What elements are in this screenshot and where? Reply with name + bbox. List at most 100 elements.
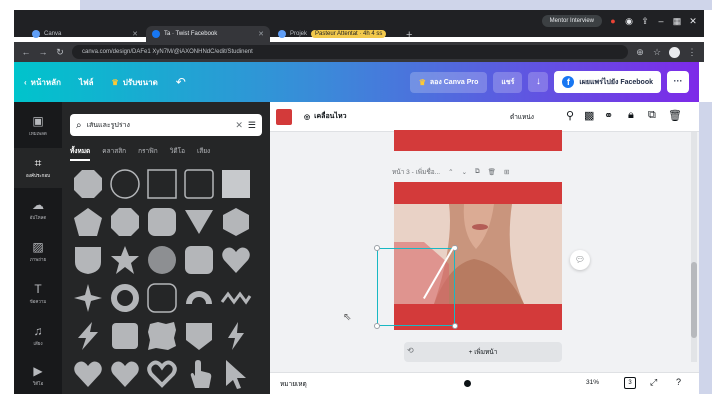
selection-frame[interactable] bbox=[377, 248, 455, 326]
delete-page-icon[interactable]: 🗑︎ bbox=[488, 168, 496, 176]
hangup-icon[interactable]: ✕ bbox=[688, 16, 698, 26]
rail-item-uploads[interactable]: ☁ อัปโหลด bbox=[14, 190, 62, 230]
rounded-square-outline-shape[interactable] bbox=[183, 168, 215, 200]
heart-shape[interactable] bbox=[220, 244, 252, 276]
heart-shape[interactable] bbox=[72, 358, 104, 390]
animate-button[interactable]: ◎ เคลื่อนไหว bbox=[304, 111, 347, 122]
browser-tab[interactable]: Projek Pasteur Attentat · 4h 4 ss bbox=[272, 26, 400, 42]
close-tab-icon[interactable]: ✕ bbox=[258, 30, 264, 38]
circle-outline-shape[interactable] bbox=[109, 168, 141, 200]
ring-shape[interactable] bbox=[109, 282, 141, 314]
rail-item-elements[interactable]: ⌗ องค์ประกอบ bbox=[14, 148, 62, 188]
forward-icon[interactable]: → bbox=[38, 47, 48, 57]
rail-item-text[interactable]: T ข้อความ bbox=[14, 274, 62, 314]
rail-item-templates[interactable]: ▣ เทมเพลต bbox=[14, 106, 62, 146]
rounded-square-shape[interactable] bbox=[183, 244, 215, 276]
badge-shape[interactable] bbox=[146, 320, 178, 352]
browser-tab[interactable]: Canva ✕ bbox=[26, 26, 144, 42]
panel-tab-audio[interactable]: เสียง bbox=[197, 146, 210, 161]
zigzag-line-shape[interactable] bbox=[220, 282, 252, 314]
resize-menu[interactable]: ♛ ปรับขนาด bbox=[112, 76, 158, 89]
zoom-slider-thumb[interactable] bbox=[464, 380, 471, 387]
minimize-icon[interactable]: – bbox=[656, 16, 666, 26]
octagon-shape[interactable] bbox=[72, 168, 104, 200]
browser-tab-active[interactable]: Ta · Twist Facebook ✕ bbox=[146, 26, 270, 42]
publish-facebook-button[interactable]: f เผยแพร่ไปยัง Facebook bbox=[554, 71, 661, 93]
mic-icon[interactable]: ◉ bbox=[624, 16, 634, 26]
close-tab-icon[interactable]: ✕ bbox=[132, 30, 138, 38]
file-menu[interactable]: ไฟล์ bbox=[79, 76, 94, 89]
hexagon-shape[interactable] bbox=[220, 206, 252, 238]
scalloped-square-shape[interactable] bbox=[109, 320, 141, 352]
undo-icon[interactable]: ↶ bbox=[176, 75, 186, 89]
lightning-bolt-shape[interactable] bbox=[72, 320, 104, 352]
panel-tab-graphics[interactable]: กราฟิก bbox=[138, 146, 158, 161]
lightning-shape[interactable] bbox=[220, 320, 252, 352]
color-swatch[interactable] bbox=[276, 109, 292, 125]
share-button[interactable]: แชร์ bbox=[493, 71, 523, 93]
zoom-value[interactable]: 31% bbox=[586, 379, 599, 386]
page-title[interactable]: หน้า 3 - เพิ่มชื่อ... bbox=[392, 167, 440, 177]
link-icon[interactable]: ⚭ bbox=[604, 109, 613, 122]
triangle-down-shape[interactable] bbox=[183, 206, 215, 238]
arrow-cursor-shape[interactable] bbox=[220, 358, 252, 390]
comment-icon[interactable]: 💬︎ bbox=[570, 250, 590, 270]
chevron-down-icon[interactable]: ⌄ bbox=[462, 168, 467, 176]
trash-icon[interactable]: 🗑︎ bbox=[668, 109, 682, 122]
download-icon[interactable]: ↓ bbox=[528, 72, 549, 92]
rotate-icon[interactable]: ⟲ bbox=[407, 346, 414, 355]
add-page-button[interactable]: + เพิ่มหน้า bbox=[404, 342, 562, 362]
fullscreen-icon[interactable]: ⤢ bbox=[650, 377, 657, 388]
rounded-square-shape[interactable] bbox=[146, 206, 178, 238]
rail-item-photos[interactable]: ▨ ภาพถ่าย bbox=[14, 232, 62, 272]
square-outline-shape[interactable] bbox=[146, 168, 178, 200]
lock-icon[interactable]: 🔒︎ bbox=[628, 109, 634, 122]
chevron-up-icon[interactable]: ⌃ bbox=[448, 168, 453, 176]
more-button[interactable]: ··· bbox=[667, 71, 689, 93]
four-point-star-shape[interactable] bbox=[72, 282, 104, 314]
back-icon[interactable]: ← bbox=[21, 47, 31, 57]
url-field[interactable]: canva.com/design/DAFe1 XyN7M/@iAXONHNdC/… bbox=[72, 45, 628, 59]
heart-outline-shape[interactable] bbox=[146, 358, 178, 390]
paint-format-icon[interactable]: ⚲ bbox=[566, 109, 574, 122]
resize-handle[interactable] bbox=[374, 245, 380, 251]
rail-item-video[interactable]: ▶ วิดีโอ bbox=[14, 356, 62, 394]
new-tab-button[interactable]: + bbox=[406, 29, 412, 41]
arch-shape[interactable] bbox=[183, 282, 215, 314]
transparency-icon[interactable]: ▩ bbox=[584, 109, 594, 122]
hand-cursor-shape[interactable] bbox=[183, 358, 215, 390]
octagon-shape[interactable] bbox=[109, 206, 141, 238]
heart-shape[interactable] bbox=[109, 358, 141, 390]
duplicate-icon[interactable]: ⧉ bbox=[648, 109, 656, 122]
pentagon-down-shape[interactable] bbox=[183, 320, 215, 352]
search-input[interactable] bbox=[86, 121, 231, 129]
try-pro-button[interactable]: ♛ ลอง Canva Pro bbox=[409, 71, 488, 93]
help-icon[interactable]: ? bbox=[676, 377, 681, 387]
panel-tab-video[interactable]: วิดีโอ bbox=[170, 146, 185, 161]
add-page-icon[interactable]: ⊞ bbox=[504, 168, 509, 176]
panel-tab-all[interactable]: ทั้งหมด bbox=[70, 146, 91, 161]
resize-handle[interactable] bbox=[452, 323, 458, 329]
page-count[interactable]: 3 bbox=[624, 377, 636, 389]
star-shape[interactable] bbox=[109, 244, 141, 276]
home-link[interactable]: ‹ หน้าหลัก bbox=[24, 76, 61, 89]
position-button[interactable]: ตำแหน่ง bbox=[510, 112, 534, 122]
profile-avatar[interactable] bbox=[669, 46, 680, 58]
pentagon-shape[interactable] bbox=[72, 206, 104, 238]
circle-shape[interactable] bbox=[146, 244, 178, 276]
rounded-square-outline-shape[interactable] bbox=[146, 282, 178, 314]
share-screen-icon[interactable]: ⇪ bbox=[640, 16, 650, 26]
filter-icon[interactable]: ☰ bbox=[248, 120, 256, 131]
reload-icon[interactable]: ↻ bbox=[55, 47, 65, 58]
record-icon[interactable]: ● bbox=[608, 16, 618, 26]
resize-handle[interactable] bbox=[374, 323, 380, 329]
notes-button[interactable]: หมายเหตุ bbox=[280, 379, 307, 389]
rail-item-audio[interactable]: ♫ เสียง bbox=[14, 316, 62, 356]
duplicate-page-icon[interactable]: ⧉ bbox=[475, 168, 480, 176]
zoom-icon[interactable]: ⊕ bbox=[635, 47, 645, 58]
clear-search-icon[interactable]: ✕ bbox=[235, 120, 243, 131]
browser-menu-icon[interactable]: ⋮ bbox=[687, 47, 697, 58]
grid-icon[interactable]: ▦ bbox=[672, 16, 682, 26]
textured-square-shape[interactable] bbox=[220, 168, 252, 200]
shield-shape[interactable] bbox=[72, 244, 104, 276]
